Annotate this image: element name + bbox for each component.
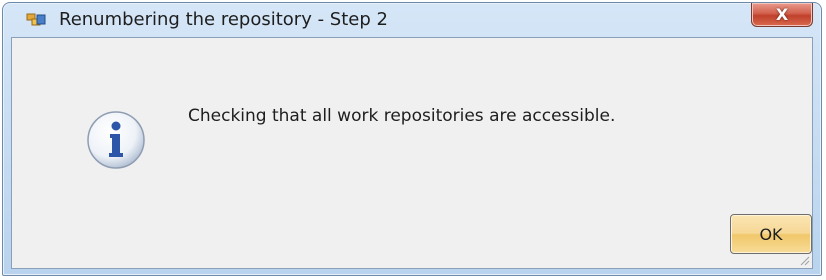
close-icon: X bbox=[775, 4, 789, 24]
info-icon bbox=[87, 111, 145, 169]
dialog-message: Checking that all work repositories are … bbox=[188, 106, 616, 126]
window-title: Renumbering the repository - Step 2 bbox=[59, 9, 388, 30]
dialog-body: Checking that all work repositories are … bbox=[11, 37, 813, 269]
ok-button[interactable]: OK bbox=[730, 214, 812, 254]
close-button[interactable]: X bbox=[751, 3, 813, 27]
repository-icon bbox=[26, 13, 46, 26]
title-bar[interactable]: Renumbering the repository - Step 2 X bbox=[3, 3, 821, 35]
resize-grip-icon[interactable] bbox=[798, 254, 810, 266]
dialog-window: Renumbering the repository - Step 2 X Ch… bbox=[2, 2, 822, 276]
